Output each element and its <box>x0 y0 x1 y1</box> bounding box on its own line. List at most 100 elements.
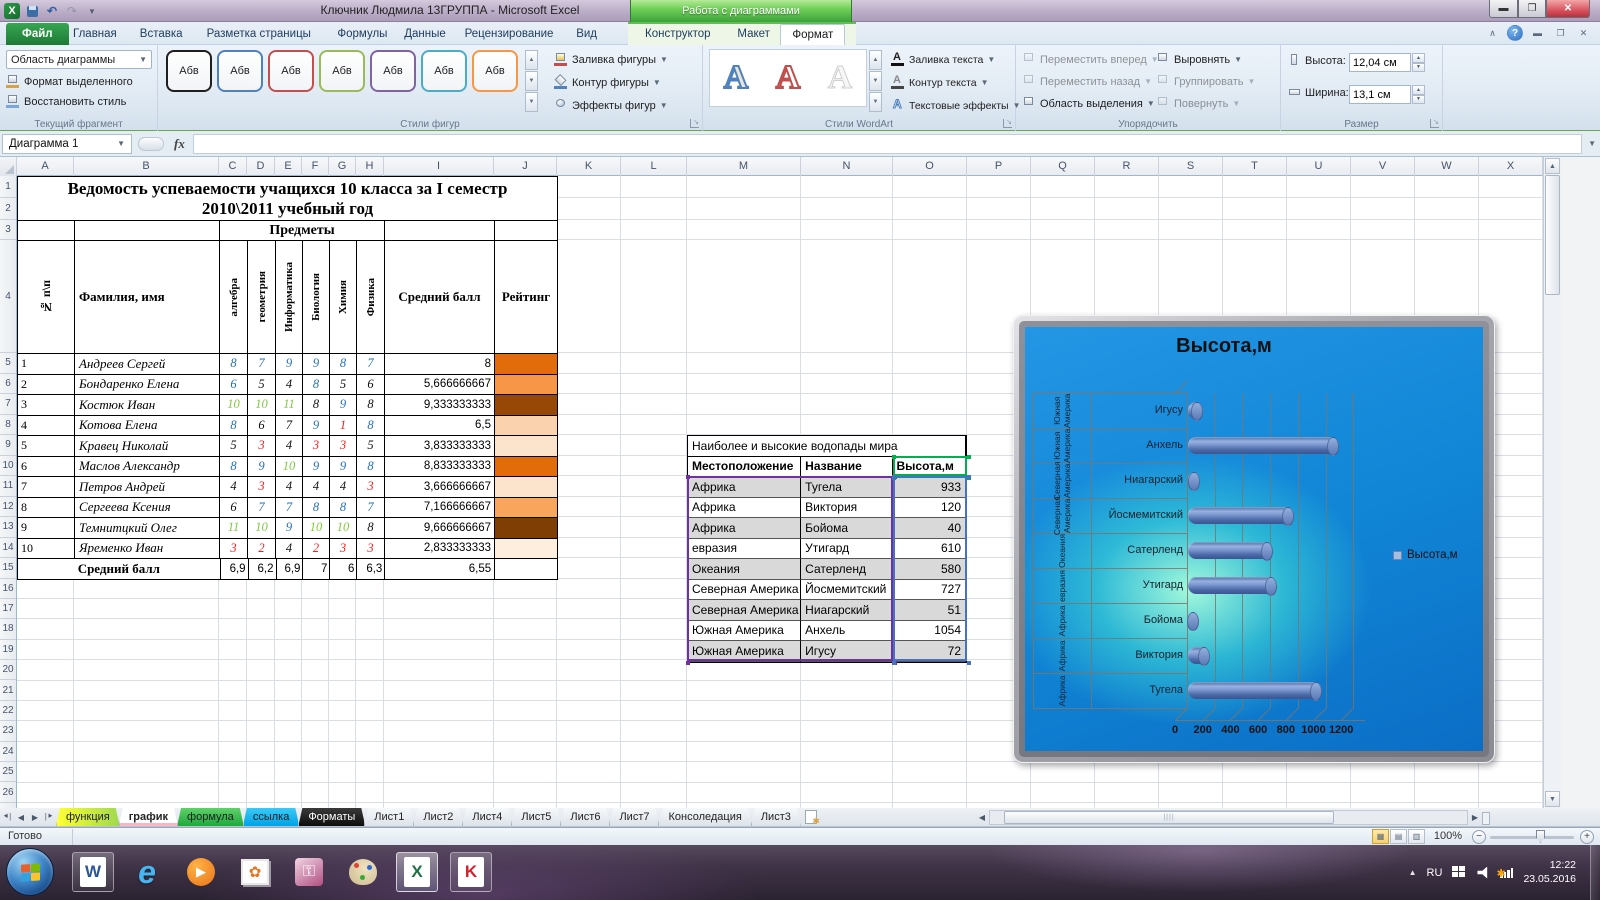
tab-split-handle[interactable] <box>1482 812 1490 825</box>
insert-function-icon[interactable]: fx <box>174 136 185 152</box>
cell-grid[interactable]: Ведомость успеваемости учащихся 10 класс… <box>17 176 1543 808</box>
chart-bar[interactable] <box>1188 402 1198 419</box>
column-header-I[interactable]: I <box>384 157 494 176</box>
column-header-R[interactable]: R <box>1095 157 1159 176</box>
sheet-tab-Форматы[interactable]: Форматы <box>298 808 365 826</box>
taskbar-icon-excel[interactable]: X <box>396 852 438 892</box>
align-button[interactable]: Выровнять▼ <box>1156 53 1242 66</box>
sheet-tab-Консоледация[interactable]: Консоледация <box>658 808 751 826</box>
shape-style-chip-4[interactable]: Абв <box>319 50 365 92</box>
shape-fill-button[interactable]: Заливка фигуры▼ <box>554 53 668 66</box>
chart-bar[interactable] <box>1188 542 1268 559</box>
doc-restore-icon[interactable]: ❐ <box>1552 26 1569 41</box>
wordart-dialog-launcher[interactable]: ↘ <box>1003 119 1012 128</box>
restore-button[interactable]: ❐ <box>1518 0 1546 18</box>
zoom-level[interactable]: 100% <box>1428 830 1468 842</box>
shape-style-chip-6[interactable]: Абв <box>421 50 467 92</box>
width-spinner[interactable]: ▲▼ <box>1412 85 1425 104</box>
column-header-A[interactable]: A <box>17 157 74 176</box>
sheet-tab-Лист4[interactable]: Лист4 <box>462 808 512 826</box>
row-header-20[interactable]: 20 <box>0 660 16 680</box>
column-header-X[interactable]: X <box>1479 157 1543 176</box>
shape-styles-scroll[interactable]: ▲▼▼ <box>525 50 538 112</box>
column-header-D[interactable]: D <box>247 157 275 176</box>
chart-bar[interactable] <box>1188 577 1272 594</box>
sheet-tab-Лист5[interactable]: Лист5 <box>511 808 561 826</box>
column-header-H[interactable]: H <box>356 157 384 176</box>
excel-app-icon[interactable]: X <box>4 3 20 19</box>
taskbar-icon-internet-explorer[interactable]: e <box>126 852 168 892</box>
height-spinner[interactable]: ▲▼ <box>1412 53 1425 72</box>
save-button[interactable] <box>24 3 40 19</box>
chart-object[interactable]: Высота,м020040060080010001200Южная Амери… <box>1013 315 1495 763</box>
text-outline-button[interactable]: А Контур текста▼ <box>891 76 989 89</box>
qat-customize-button[interactable]: ▼ <box>84 3 100 19</box>
taskbar-icon-media-player[interactable]: ▶ <box>180 852 222 892</box>
row-header-17[interactable]: 17 <box>0 599 16 619</box>
namebox-resize-handle[interactable] <box>138 137 164 151</box>
column-header-S[interactable]: S <box>1159 157 1223 176</box>
sheet-tab-Лист1[interactable]: Лист1 <box>364 808 414 826</box>
tab-Вид[interactable]: Вид <box>565 24 608 45</box>
tab-Формулы[interactable]: Формулы <box>326 24 398 45</box>
row-header-12[interactable]: 12 <box>0 497 16 518</box>
row-header-5[interactable]: 5 <box>0 353 16 374</box>
minimize-button[interactable]: ▬ <box>1489 0 1518 18</box>
hscroll-left-icon[interactable]: ◀ <box>975 813 989 822</box>
column-header-U[interactable]: U <box>1287 157 1351 176</box>
sheet-tab-Лист3[interactable]: Лист3 <box>751 808 801 826</box>
row-header-18[interactable]: 18 <box>0 619 16 639</box>
tab-Формат[interactable]: Формат <box>780 24 845 45</box>
tab-Вставка[interactable]: Вставка <box>129 24 194 45</box>
tab-Главная[interactable]: Главная <box>62 24 128 45</box>
doc-close-icon[interactable]: ✕ <box>1575 26 1592 41</box>
taskbar-icon-word[interactable]: W <box>72 852 114 892</box>
first-sheet-icon[interactable]: ⯇| <box>0 808 14 826</box>
sheet-tab-Лист2[interactable]: Лист2 <box>413 808 463 826</box>
column-header-O[interactable]: O <box>893 157 967 176</box>
column-header-N[interactable]: N <box>801 157 893 176</box>
format-selection-button[interactable]: Формат выделенного <box>6 75 133 88</box>
column-header-P[interactable]: P <box>967 157 1031 176</box>
sheet-tab-ссылка[interactable]: ссылка <box>243 808 300 826</box>
collapse-ribbon-icon[interactable]: ∧ <box>1484 26 1501 41</box>
action-center-icon[interactable] <box>1452 866 1467 879</box>
redo-button[interactable]: ↷ <box>64 3 80 19</box>
taskbar-icon-access[interactable]: ⚿ <box>288 852 330 892</box>
help-icon[interactable]: ? <box>1507 25 1523 41</box>
zoom-slider[interactable] <box>1490 836 1574 839</box>
network-icon[interactable]: ✱ <box>1500 868 1513 878</box>
language-indicator[interactable]: RU <box>1427 867 1443 879</box>
tab-Рецензирование[interactable]: Рецензирование <box>454 24 565 45</box>
row-header-7[interactable]: 7 <box>0 394 16 415</box>
last-sheet-icon[interactable]: |⯈ <box>42 808 56 826</box>
height-field[interactable]: 12,04 см <box>1349 53 1411 72</box>
reset-style-button[interactable]: Восстановить стиль <box>6 95 126 108</box>
scroll-up-icon[interactable]: ▲ <box>1545 158 1560 174</box>
row-header-25[interactable]: 25 <box>0 762 16 782</box>
row-header-10[interactable]: 10 <box>0 456 16 477</box>
hscroll-right-icon[interactable]: ▶ <box>1468 813 1482 822</box>
chart-bar[interactable] <box>1188 682 1317 699</box>
column-header-E[interactable]: E <box>275 157 302 176</box>
doc-minimize-icon[interactable]: ▬ <box>1529 26 1546 41</box>
page-layout-view-icon[interactable]: ▤ <box>1390 829 1407 844</box>
wordart-style-3[interactable]: A <box>814 50 866 106</box>
tab-Разметка страницы[interactable]: Разметка страницы <box>196 24 322 45</box>
row-header-21[interactable]: 21 <box>0 681 16 701</box>
selection-pane-button[interactable]: Область выделения▼ <box>1022 97 1155 110</box>
column-header-B[interactable]: B <box>74 157 219 176</box>
undo-button[interactable]: ↶ <box>44 3 60 19</box>
row-header-9[interactable]: 9 <box>0 435 16 456</box>
column-header-M[interactable]: M <box>687 157 801 176</box>
row-header-3[interactable]: 3 <box>0 220 16 240</box>
shape-style-chip-5[interactable]: Абв <box>370 50 416 92</box>
row-header-1[interactable]: 1 <box>0 176 16 198</box>
row-header-19[interactable]: 19 <box>0 640 16 660</box>
wordart-scroll[interactable]: ▲▼▼ <box>869 50 882 112</box>
name-box[interactable]: Диаграмма 1▼ <box>2 134 132 154</box>
row-header-24[interactable]: 24 <box>0 742 16 762</box>
expand-formula-bar-icon[interactable]: ▼ <box>1588 139 1596 148</box>
tab-Конструктор[interactable]: Конструктор <box>634 24 722 45</box>
shape-style-chip-1[interactable]: Абв <box>166 50 212 92</box>
